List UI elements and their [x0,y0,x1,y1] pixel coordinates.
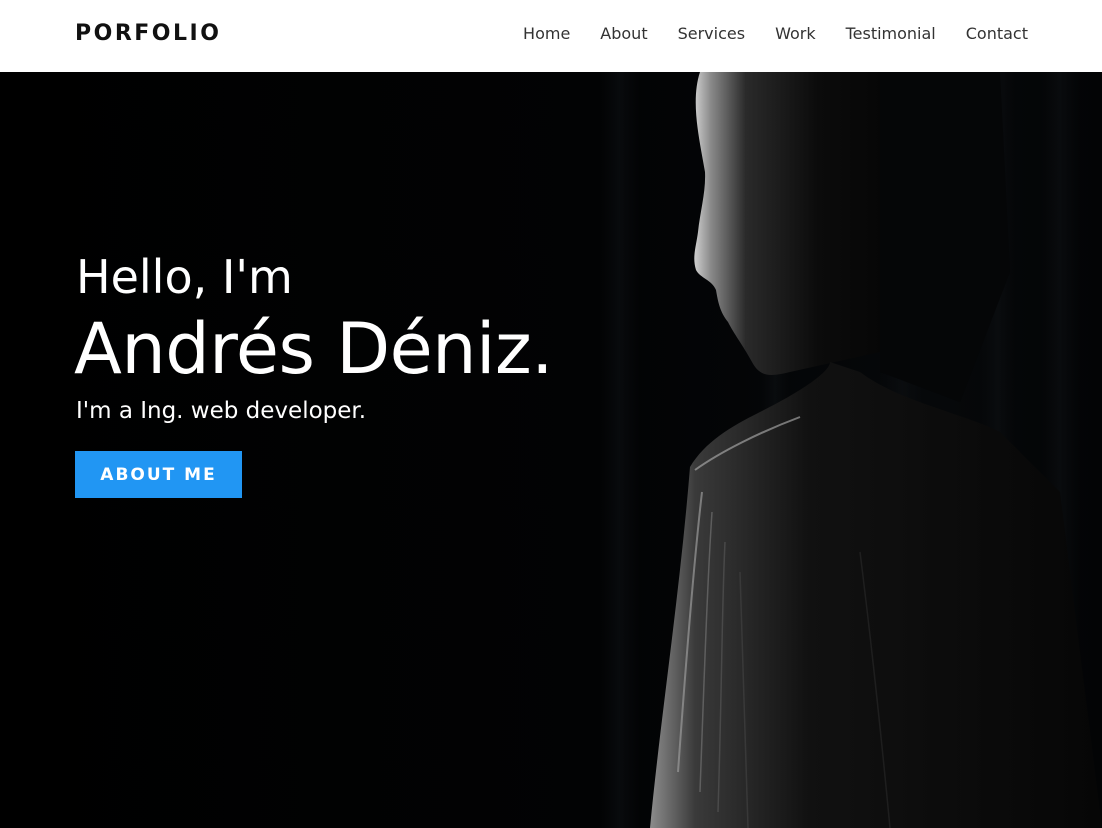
nav-services[interactable]: Services [678,24,745,43]
main-nav: Home About Services Work Testimonial Con… [493,24,1028,43]
nav-testimonial[interactable]: Testimonial [846,24,936,43]
hero-tagline: I'm a Ing. web developer. [76,398,367,424]
hero-greeting: Hello, I'm [76,250,293,304]
hero-name: Andrés Déniz. [74,308,554,390]
nav-work[interactable]: Work [775,24,816,43]
nav-contact[interactable]: Contact [966,24,1028,43]
hero-section: Hello, I'm Andrés Déniz. I'm a Ing. web … [0,72,1102,828]
site-header: PORFOLIO Home About Services Work Testim… [0,0,1102,72]
nav-about[interactable]: About [600,24,647,43]
nav-home[interactable]: Home [523,24,570,43]
about-me-button[interactable]: About Me [75,451,242,498]
hero-portrait-image [0,72,1102,828]
site-logo[interactable]: PORFOLIO [75,21,221,46]
